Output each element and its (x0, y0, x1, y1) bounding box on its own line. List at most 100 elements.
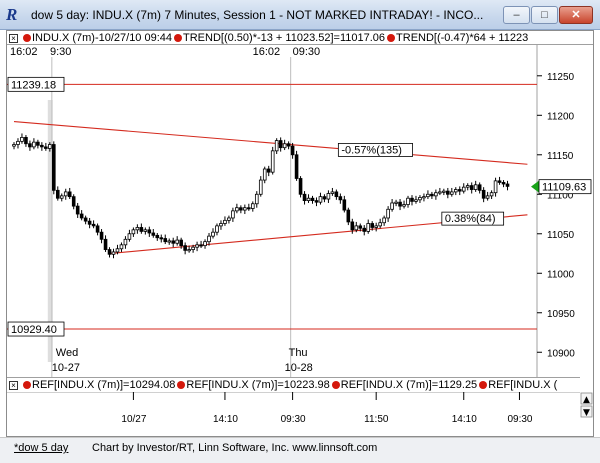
legend-item[interactable]: TREND[(0.50)*-13 + 11023.52]=11017.06 (183, 32, 385, 44)
legend-item[interactable]: INDU.X (7m)-10/27/10 09:44 (32, 32, 172, 44)
indicator-dot-icon (174, 34, 183, 43)
candle-body (199, 244, 203, 247)
candle-body (310, 197, 315, 201)
candle-body (434, 192, 438, 197)
window-titlebar: R dow 5 day: INDU.X (7m) 7 Minutes, Sess… (0, 0, 600, 30)
candle-body (402, 204, 406, 207)
candle-body (354, 225, 359, 231)
candle-body (99, 231, 104, 240)
candle-body (254, 193, 259, 205)
candle-body (501, 182, 506, 185)
candle-body (131, 229, 136, 235)
last-price-marker: 11109.63 (531, 179, 592, 195)
window-title: dow 5 day: INDU.X (7m) 7 Minutes, Sessio… (31, 8, 484, 22)
candle-body (362, 227, 367, 232)
candle-body (294, 154, 299, 179)
candle-body (24, 137, 28, 145)
session-open-time: 09:30 (293, 46, 321, 58)
candle-body (302, 193, 307, 201)
candle-body (20, 137, 24, 142)
candle-body (159, 237, 164, 240)
candle-body (143, 229, 148, 232)
candle-body (274, 140, 279, 152)
candle-body (358, 225, 363, 229)
candle-body (374, 225, 378, 228)
x-axis: ▲ ▼ 10/27 14:10 09:30 11:50 14:10 09:30 (7, 392, 593, 425)
close-legend-icon[interactable]: × (9, 380, 18, 390)
legend-item[interactable]: REF[INDU.X ( (488, 379, 557, 391)
x-tick-label: 09:30 (507, 414, 532, 425)
candle-body (115, 248, 120, 253)
session-close-time: 16:02 (253, 46, 281, 58)
candle-body (465, 185, 470, 188)
status-bar: *dow 5 day Chart by Investor/RT, Linn So… (0, 437, 600, 463)
y-tick-label: 11150 (547, 151, 574, 162)
legend-item[interactable]: REF[INDU.X (7m)]=1129.25 (341, 379, 477, 391)
candle-body (505, 183, 510, 187)
legend-item[interactable]: TREND[(-0.47)*64 + 11223 (396, 32, 528, 44)
candle-body (123, 238, 128, 246)
credit-text: Chart by Investor/RT, Linn Software, Inc… (92, 442, 378, 454)
legend-item[interactable]: REF[INDU.X (7m)]=10223.98 (186, 379, 329, 391)
candle-body (406, 197, 410, 205)
indicator-dot-icon (23, 381, 31, 390)
candle-body (227, 217, 231, 221)
candle-body (370, 223, 374, 228)
candle-body (298, 178, 303, 195)
candle-body (55, 189, 60, 199)
candle-body (215, 225, 219, 233)
candle-body (12, 144, 16, 147)
x-tick-label: 11:50 (364, 414, 389, 425)
close-button[interactable]: ✕ (559, 6, 593, 24)
minimize-button[interactable]: – (503, 6, 530, 24)
candle-body (127, 233, 132, 240)
candle-body (95, 225, 100, 233)
candle-body (290, 145, 295, 156)
candle-body (36, 141, 40, 146)
candle-body (235, 207, 239, 212)
candle-body (318, 196, 323, 203)
candle-body (155, 234, 160, 239)
candle-body (262, 168, 267, 181)
candle-body (473, 184, 478, 190)
candle-body (446, 190, 450, 195)
maximize-button[interactable]: □ (531, 6, 558, 24)
candle-body (258, 179, 263, 195)
y-tick-label: 10950 (547, 309, 575, 320)
day-name-label: Wed (56, 347, 78, 359)
candle-body (314, 200, 319, 203)
candle-body (481, 189, 486, 199)
x-tick-label: 14:10 (452, 414, 477, 425)
candle-body (163, 238, 168, 243)
indicator-dot-icon (23, 34, 31, 43)
candle-body (79, 213, 84, 219)
candle-body (270, 150, 275, 173)
candle-body (211, 231, 215, 237)
session-open-time: 9:30 (50, 46, 71, 58)
candle-body (75, 205, 80, 215)
candle-body (119, 244, 124, 250)
price-chart[interactable]: 11239.18 10929.40 -0.57%(135) 0.38%(84) 11… (7, 45, 593, 377)
candle-body (83, 217, 88, 222)
candle-body (366, 223, 371, 232)
legend-item[interactable]: REF[INDU.X (7m)]=10294.08 (32, 379, 175, 391)
y-axis-ticks: 1125011200111501110011050110001095010900 (537, 72, 575, 359)
close-legend-icon[interactable]: × (9, 33, 18, 43)
chart-tab[interactable]: *dow 5 day (14, 442, 68, 454)
candle-body (477, 184, 482, 191)
candle-body (346, 209, 351, 223)
candle-body (398, 201, 402, 207)
candle-body (48, 144, 52, 149)
candle-body (330, 191, 335, 194)
candle-body (223, 219, 227, 224)
scroll-up-icon: ▲ (583, 395, 590, 405)
candle-body (422, 196, 426, 199)
y-tick-label: 11250 (547, 72, 575, 83)
candle-body (171, 240, 176, 244)
candle-body (44, 146, 48, 149)
candle-body (394, 201, 398, 204)
candle-body (147, 229, 152, 234)
candle-body (111, 251, 116, 255)
candle-body (175, 239, 179, 244)
candle-body (286, 143, 291, 147)
